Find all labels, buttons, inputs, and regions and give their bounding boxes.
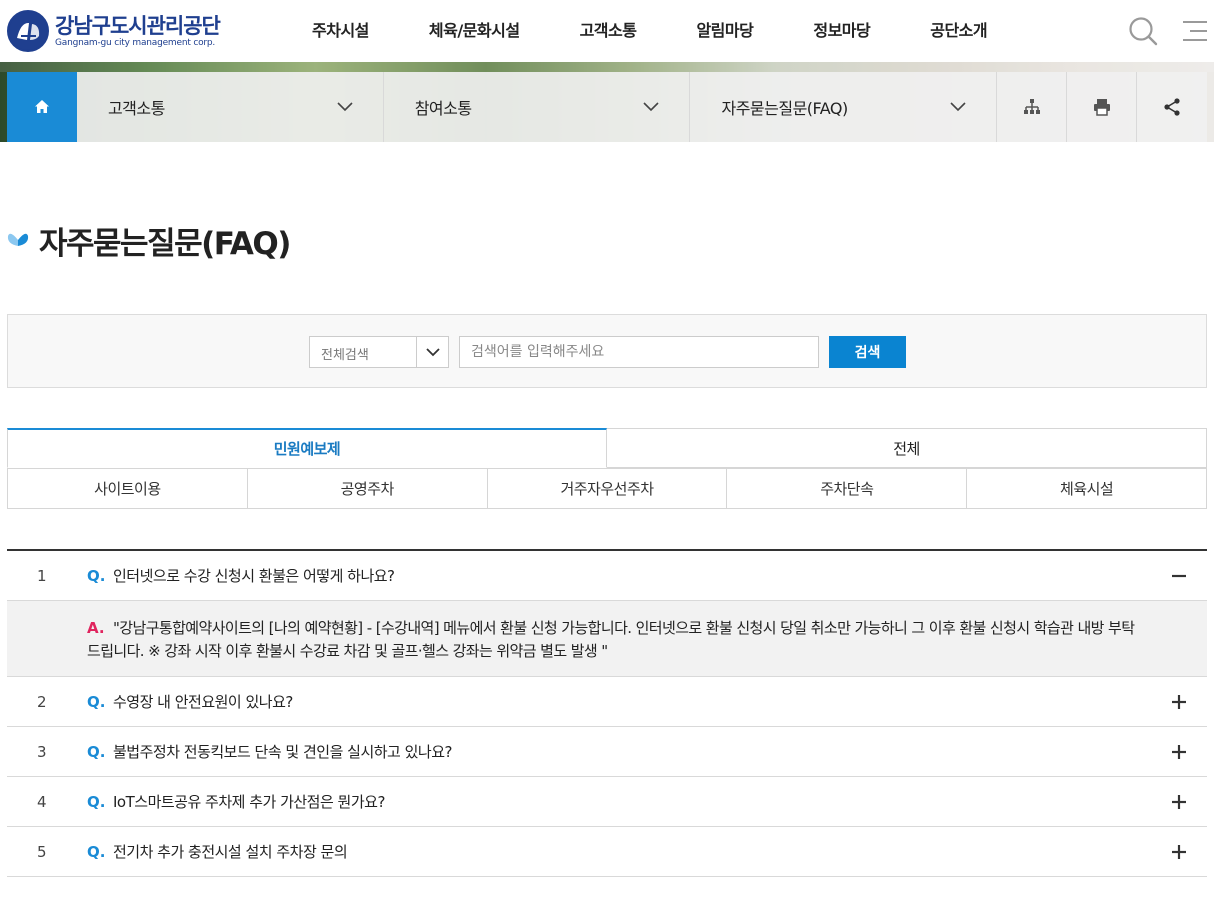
faq-question: 전기차 추가 충전시설 설치 주차장 문의	[113, 843, 348, 861]
home-icon	[34, 100, 49, 113]
nav-item-customer[interactable]: 고객소통	[550, 0, 667, 62]
plus-icon[interactable]	[1171, 794, 1187, 810]
sitemap-button[interactable]	[997, 72, 1068, 142]
question-mark: Q.	[87, 743, 106, 761]
hamburger-menu-icon[interactable]	[1182, 19, 1208, 43]
minus-icon[interactable]	[1171, 568, 1187, 584]
faq-number: 1	[37, 567, 47, 585]
plus-icon[interactable]	[1171, 744, 1187, 760]
faq-category-tabs: 사이트이용 공영주차 거주자우선주차 주차단속 체육시설	[7, 468, 1207, 509]
faq-number: 2	[37, 693, 47, 711]
faq-number: 5	[37, 843, 47, 861]
sitemap-icon	[1023, 99, 1040, 114]
nav-item-notice[interactable]: 알림마당	[666, 0, 783, 62]
nav-item-parking[interactable]: 주차시설	[282, 0, 399, 62]
chevron-down-icon	[416, 337, 448, 367]
tab-resident-parking[interactable]: 거주자우선주차	[488, 469, 728, 508]
faq-item[interactable]: 1 Q. 인터넷으로 수강 신청시 환불은 어떻게 하나요?	[7, 551, 1207, 601]
location-depth2-label: 참여소통	[414, 99, 472, 118]
tab-civil-forecast[interactable]: 민원예보제	[7, 428, 607, 468]
print-button[interactable]	[1067, 72, 1138, 142]
site-header: 강남구도시관리공단 Gangnam-gu city management cor…	[0, 0, 1214, 62]
chevron-down-icon	[643, 102, 660, 112]
logo-emblem-icon	[7, 10, 49, 52]
plus-icon[interactable]	[1171, 694, 1187, 710]
faq-list: 1 Q. 인터넷으로 수강 신청시 환불은 어떻게 하나요? A. "강남구통합…	[7, 549, 1207, 877]
faq-item[interactable]: 3 Q. 불법주정차 전동킥보드 단속 및 견인을 실시하고 있나요?	[7, 727, 1207, 777]
main-nav: 주차시설 체육/문화시설 고객소통 알림마당 정보마당 공단소개	[282, 0, 1017, 62]
tab-sports-facility[interactable]: 체육시설	[967, 469, 1206, 508]
question-mark: Q.	[87, 793, 106, 811]
location-bar: 고객소통 참여소통 자주묻는질문(FAQ)	[7, 72, 1207, 142]
nav-item-info[interactable]: 정보마당	[783, 0, 900, 62]
nav-item-sports-culture[interactable]: 체육/문화시설	[399, 0, 550, 62]
chevron-down-icon	[337, 102, 353, 112]
faq-item[interactable]: 4 Q. IoT스마트공유 주차제 추가 가산점은 뭔가요?	[7, 777, 1207, 827]
plus-icon[interactable]	[1171, 844, 1187, 860]
question-mark: Q.	[87, 567, 106, 585]
faq-item[interactable]: 5 Q. 전기차 추가 충전시설 설치 주차장 문의	[7, 827, 1207, 877]
search-scope-select[interactable]: 전체검색	[309, 336, 449, 368]
share-icon	[1164, 98, 1180, 116]
search-input[interactable]	[459, 336, 819, 368]
print-icon	[1093, 99, 1110, 116]
tab-site-usage[interactable]: 사이트이용	[8, 469, 248, 508]
faq-question: IoT스마트공유 주차제 추가 가산점은 뭔가요?	[113, 793, 385, 811]
logo-subtitle: Gangnam-gu city management corp.	[55, 37, 216, 48]
page-title: 자주묻는질문(FAQ)	[39, 225, 291, 262]
faq-answer-panel: A. "강남구통합예약사이트의 [나의 예약현황] - [수강내역] 메뉴에서 …	[7, 601, 1207, 677]
butterfly-bullet-icon	[7, 233, 29, 246]
tab-parking-enforcement[interactable]: 주차단속	[727, 469, 968, 508]
faq-number: 3	[37, 743, 47, 761]
share-button[interactable]	[1137, 72, 1207, 142]
chevron-down-icon	[950, 102, 966, 112]
logo-title: 강남구도시관리공단	[55, 13, 221, 38]
faq-search-panel: 전체검색 검색	[7, 314, 1207, 388]
nav-item-about[interactable]: 공단소개	[900, 0, 1017, 62]
location-depth1-label: 고객소통	[107, 99, 165, 118]
faq-question: 불법주정차 전동킥보드 단속 및 견인을 실시하고 있나요?	[113, 743, 452, 761]
home-button[interactable]	[7, 72, 77, 142]
faq-answer: "강남구통합예약사이트의 [나의 예약현황] - [수강내역] 메뉴에서 환불 …	[87, 619, 1135, 660]
page-heading: 자주묻는질문(FAQ)	[7, 220, 291, 262]
location-depth2-dropdown[interactable]: 참여소통	[384, 72, 691, 142]
site-logo[interactable]: 강남구도시관리공단 Gangnam-gu city management cor…	[7, 9, 221, 53]
search-button[interactable]: 검색	[829, 336, 906, 368]
faq-main-tabs: 민원예보제 전체	[7, 428, 1207, 468]
question-mark: Q.	[87, 693, 106, 711]
tab-all[interactable]: 전체	[607, 428, 1207, 468]
question-mark: Q.	[87, 843, 106, 861]
search-icon[interactable]	[1128, 16, 1158, 46]
faq-number: 4	[37, 793, 47, 811]
faq-question: 인터넷으로 수강 신청시 환불은 어떻게 하나요?	[113, 567, 395, 585]
search-scope-value: 전체검색	[321, 348, 369, 363]
faq-question: 수영장 내 안전요원이 있나요?	[113, 693, 293, 711]
faq-item[interactable]: 2 Q. 수영장 내 안전요원이 있나요?	[7, 677, 1207, 727]
location-depth1-dropdown[interactable]: 고객소통	[77, 72, 384, 142]
location-depth3-dropdown[interactable]: 자주묻는질문(FAQ)	[690, 72, 998, 142]
tab-public-parking[interactable]: 공영주차	[248, 469, 488, 508]
location-depth3-label: 자주묻는질문(FAQ)	[721, 99, 848, 118]
